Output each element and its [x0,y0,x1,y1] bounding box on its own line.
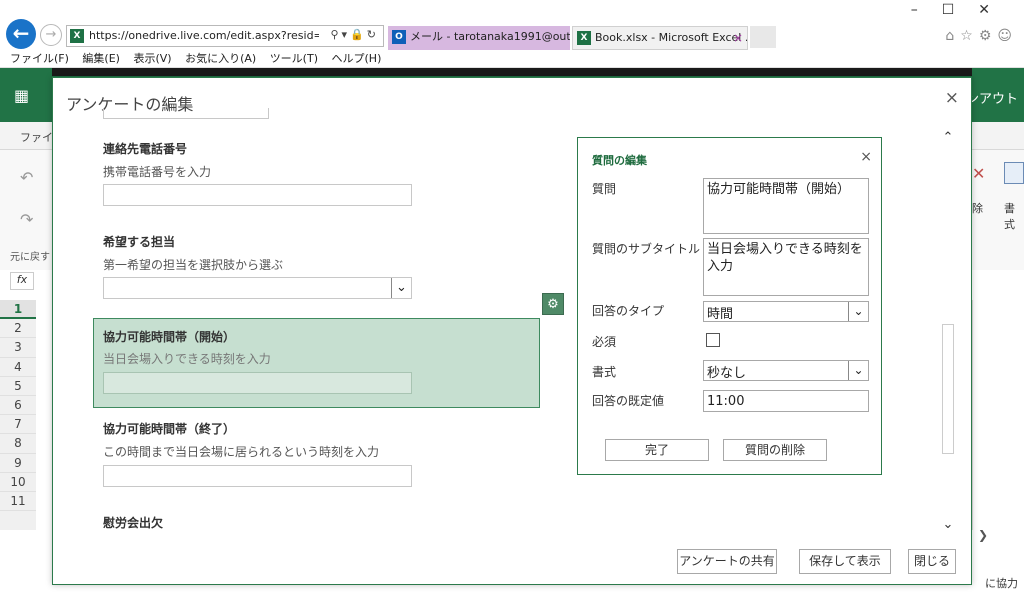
tab-excel[interactable]: X Book.xlsx - Microsoft Excel ... × [572,26,748,50]
menu-tools[interactable]: ツール(T) [270,50,318,68]
done-button[interactable]: 完了 [605,439,709,461]
edit-question-panel: 質問の編集 × 質問 協力可能時間帯（開始） 質問のサブタイトル 当日会場入りで… [577,137,882,475]
question-subtitle: 第一希望の担当を選択肢から選ぶ [103,258,284,272]
selected-question-card[interactable]: 協力可能時間帯（開始） 当日会場入りできる時刻を入力 [93,318,540,408]
browser-chrome: ← → X https://onedrive.live.com/edit.asp… [0,0,1024,50]
subtitle-textarea[interactable]: 当日会場入りできる時刻を入力 [703,238,869,296]
tab-mail-label: メール - tarotanaka1991@outloo... [410,30,570,43]
question-input-fragment[interactable] [103,108,269,119]
row-header[interactable]: 5 [0,377,36,396]
menu-edit[interactable]: 編集(E) [82,50,120,68]
address-controls-icon[interactable]: ⚲▾🔒↻ [331,28,380,41]
default-answer-label: 回答の既定値 [592,394,665,408]
row-header[interactable]: 7 [0,415,36,435]
question-answer-input[interactable] [103,184,412,206]
excel-title-strip [52,68,972,76]
question-subtitle: この時間まで当日会場に居られるという時刻を入力 [103,445,380,459]
row-header[interactable]: 10 [0,473,36,492]
menu-file[interactable]: ファイル(F) [10,50,69,68]
subtitle-label: 質問のサブタイトル [592,242,701,256]
question-subtitle: 携帯電話番号を入力 [103,165,212,179]
excel-favicon-icon: X [70,29,84,43]
row-header[interactable]: 2 [0,319,36,339]
format-label: 書式 [592,365,617,379]
window-controls-icon[interactable]: –☐✕ [911,2,1014,18]
question-textarea[interactable]: 協力可能時間帯（開始） [703,178,869,234]
format-icon[interactable] [1004,162,1024,184]
chevron-down-icon[interactable]: ⌄ [848,361,868,380]
close-button[interactable]: 閉じる [908,549,956,574]
required-label: 必須 [592,335,617,349]
format-select[interactable]: 秒なし ⌄ [703,360,869,381]
row-header[interactable]: 4 [0,358,36,377]
address-url: https://onedrive.live.com/edit.aspx?resi… [89,29,319,42]
row-header[interactable]: 6 [0,396,36,416]
tab-close-icon[interactable]: × [733,27,743,49]
gear-icon[interactable]: ⚙ [542,293,564,315]
undo-icon[interactable]: ↶ [20,168,33,187]
forward-icon[interactable]: → [40,24,62,46]
tab-excel-label: Book.xlsx - Microsoft Excel ... [595,31,748,44]
answer-type-label: 回答のタイプ [592,304,665,318]
question-title[interactable]: 希望する担当 [103,233,175,250]
chevron-down-icon[interactable]: ⌄ [939,517,957,532]
address-bar[interactable]: X https://onedrive.live.com/edit.aspx?re… [66,25,384,47]
menu-favorites[interactable]: お気に入り(A) [185,50,256,68]
ribbon-right: ✕ 除 書式 [972,150,1024,250]
new-tab-button[interactable] [750,26,776,48]
back-icon[interactable]: ← [6,19,36,49]
ribbon-file-tab[interactable]: ファイ [20,129,53,145]
excel-tab-favicon-icon: X [577,31,591,45]
survey-edit-dialog: アンケートの編集 × 連絡先電話番号 携帯電話番号を入力 希望する担当 第一希望… [52,77,972,585]
row-header[interactable]: 1 [0,300,36,320]
row-header[interactable]: 11 [0,492,36,512]
close-icon[interactable]: × [945,88,959,108]
sheet-grid-right[interactable] [972,300,1024,530]
panel-title: 質問の編集 [592,154,647,167]
chevron-right-icon[interactable]: ❯ [978,528,988,542]
row-header[interactable]: 9 [0,454,36,473]
chevron-down-icon[interactable]: ⌄ [391,278,411,298]
question-subtitle: 当日会場入りできる時刻を入力 [103,352,271,366]
share-survey-button[interactable]: アンケートの共有 [677,549,777,574]
question-answer-select[interactable]: ⌄ [103,277,412,299]
question-title[interactable]: 協力可能時間帯（終了） [103,420,235,437]
row-header[interactable]: 3 [0,338,36,358]
close-icon[interactable]: × [860,149,872,165]
default-answer-input[interactable]: 11:00 [703,390,869,412]
answer-type-value: 時間 [707,307,734,322]
delete-question-button[interactable]: 質問の削除 [723,439,827,461]
question-title[interactable]: 連絡先電話番号 [103,140,187,157]
tab-mail[interactable]: O メール - tarotanaka1991@outloo... [388,26,570,50]
undo-group-label: 元に戻す [10,252,50,263]
scrollbar-thumb[interactable] [942,324,954,454]
question-title[interactable]: 協力可能時間帯（開始） [103,328,235,345]
format-value: 秒なし [707,366,747,381]
app-launcher-icon[interactable]: ▦ [14,86,34,106]
question-answer-input[interactable] [103,465,412,487]
question-title[interactable]: 慰労会出欠 [103,514,163,531]
redo-icon[interactable]: ↷ [20,210,33,229]
menu-bar: ファイル(F) 編集(E) 表示(V) お気に入り(A) ツール(T) ヘルプ(… [0,50,1024,68]
required-checkbox[interactable] [706,333,720,347]
answer-type-select[interactable]: 時間 ⌄ [703,301,869,322]
chevron-down-icon[interactable]: ⌄ [848,302,868,321]
outlook-favicon-icon: O [392,30,406,44]
menu-view[interactable]: 表示(V) [133,50,171,68]
row-headers: 1 2 3 4 5 6 7 8 9 10 11 [0,300,36,530]
menu-help[interactable]: ヘルプ(H) [332,50,382,68]
sign-out-link[interactable]: ンアウト [966,88,1018,107]
save-and-view-button[interactable]: 保存して表示 [799,549,891,574]
dialog-scrollbar[interactable]: ⌃ ⌄ [939,118,957,536]
ribbon-delete-label: 除 [972,202,983,215]
status-text: に協力 [985,577,1018,590]
question-label: 質問 [592,182,617,196]
chevron-up-icon[interactable]: ⌃ [939,130,957,145]
question-answer-input[interactable] [103,372,412,394]
row-header[interactable]: 8 [0,434,36,454]
function-icon[interactable]: fx [10,272,34,290]
delete-icon[interactable]: ✕ [972,164,985,183]
home-star-gear-icon[interactable]: ⌂☆⚙☺ [945,28,1018,44]
ribbon-format-label: 書式 [1004,202,1015,231]
